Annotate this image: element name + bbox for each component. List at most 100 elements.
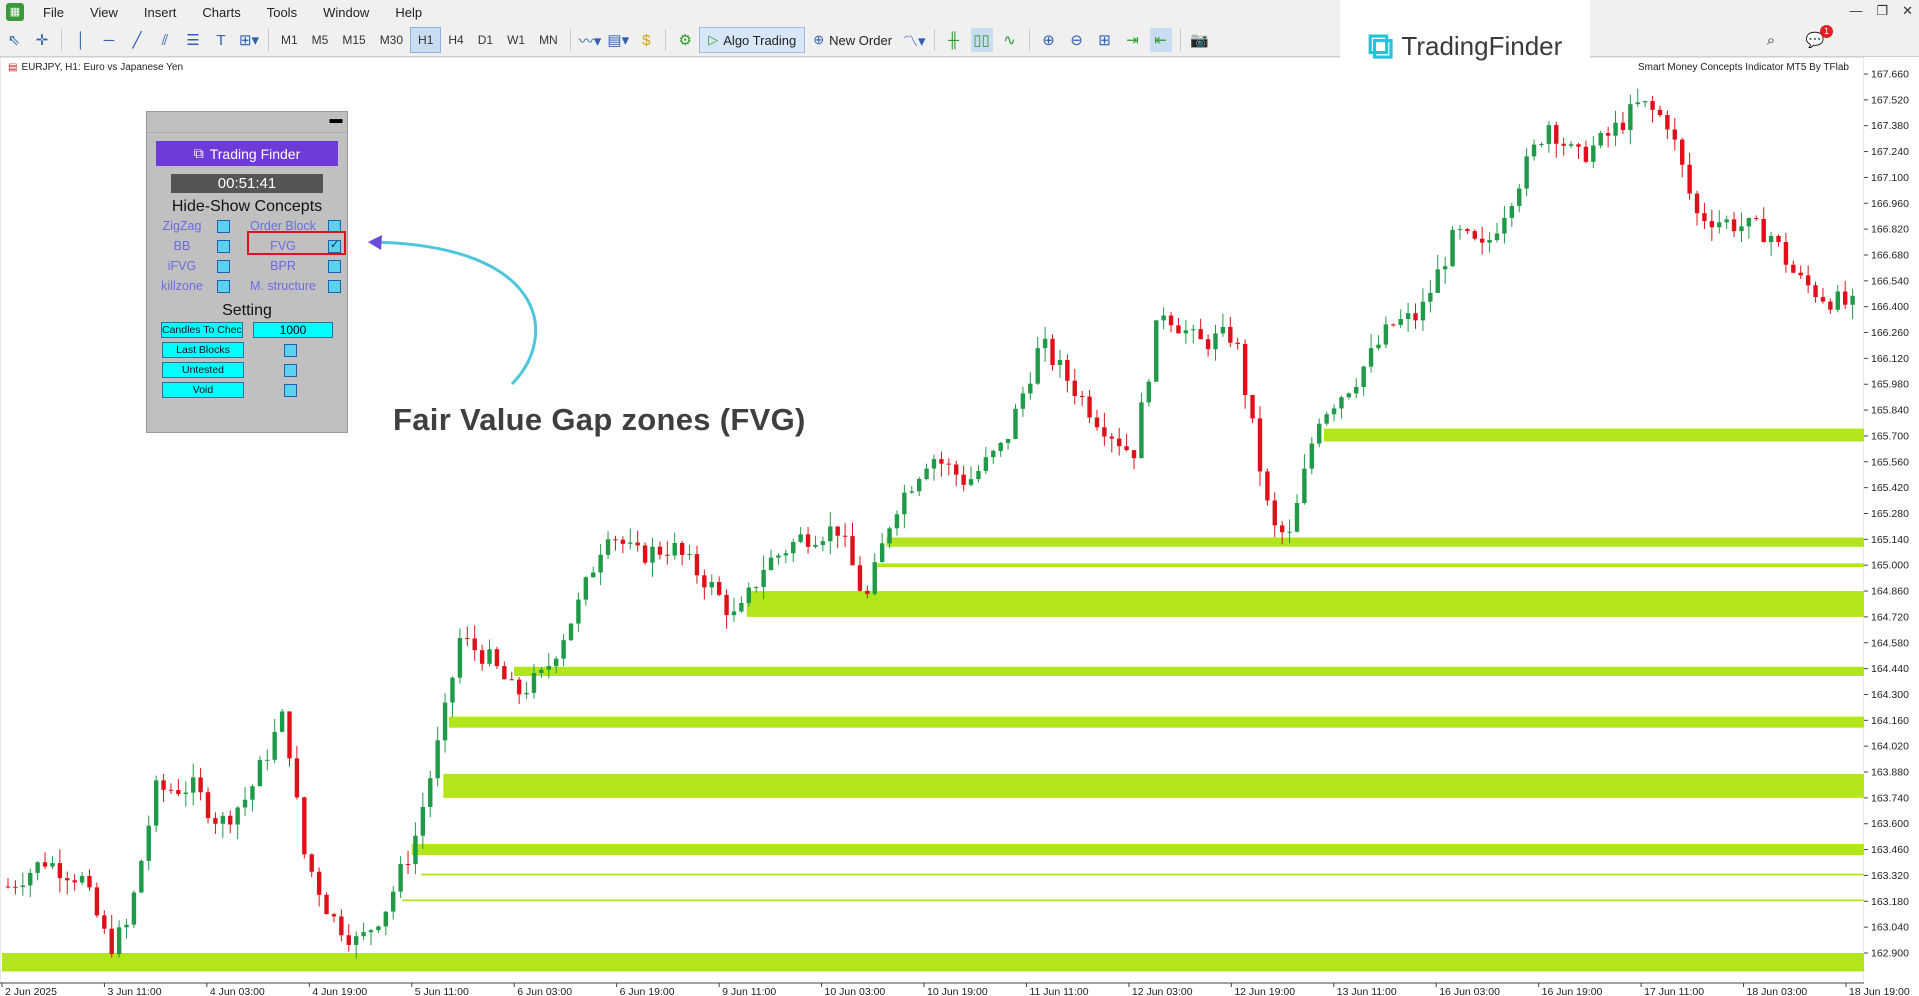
strategy-tester-icon[interactable]: ⚙ bbox=[674, 28, 696, 52]
candle-body bbox=[1546, 125, 1552, 144]
timeframe-mn[interactable]: MN bbox=[532, 28, 565, 52]
tradingfinder-mark-icon: ⧉ bbox=[1367, 24, 1394, 66]
search-icon[interactable]: ⌕ bbox=[1760, 28, 1782, 52]
candles-to-check-input[interactable]: 1000 bbox=[253, 322, 333, 338]
candle-body bbox=[109, 928, 114, 955]
candle-body bbox=[776, 555, 781, 558]
menu-window[interactable]: Window bbox=[310, 5, 382, 20]
channel-icon[interactable]: ⫽ bbox=[154, 28, 176, 52]
auto-scroll-icon[interactable]: ⇥ bbox=[1122, 28, 1144, 52]
candle-body bbox=[1035, 348, 1040, 384]
untested-checkbox[interactable] bbox=[284, 363, 297, 377]
play-icon: ▷ bbox=[708, 32, 719, 47]
timeframe-h1[interactable]: H1 bbox=[410, 27, 442, 53]
candle-body bbox=[272, 731, 277, 760]
menu-file[interactable]: File bbox=[30, 5, 77, 20]
toolbar-separator bbox=[1179, 29, 1181, 51]
menu-help[interactable]: Help bbox=[382, 5, 435, 20]
candle-body bbox=[1613, 122, 1618, 136]
chart-menu-icon[interactable]: ▤ bbox=[8, 62, 17, 73]
menu-tools[interactable]: Tools bbox=[254, 5, 310, 20]
concept-bpr-checkbox[interactable] bbox=[328, 259, 341, 273]
void-button[interactable]: Void bbox=[162, 382, 244, 398]
candle-body bbox=[813, 544, 818, 547]
candle-body bbox=[1331, 408, 1337, 415]
zoom-out-icon[interactable]: ⊖ bbox=[1066, 28, 1088, 52]
timeframe-m1[interactable]: M1 bbox=[274, 28, 305, 52]
fvg-zone-9 bbox=[402, 899, 1865, 902]
tile-windows-icon[interactable]: ⊞ bbox=[1094, 28, 1116, 52]
minimize-panel-button[interactable]: ▬ bbox=[329, 112, 343, 127]
horizontal-line-icon[interactable]: ─ bbox=[98, 28, 120, 52]
chart-type-icon[interactable]: 〰▾ bbox=[579, 28, 602, 52]
candle-body bbox=[257, 760, 263, 787]
algo-trading-button[interactable]: ▷ Algo Trading bbox=[699, 27, 806, 53]
zoom-in-icon[interactable]: ⊕ bbox=[1038, 28, 1060, 52]
candle-body bbox=[183, 792, 188, 795]
notifications-icon[interactable]: 💬 1 bbox=[1804, 25, 1833, 52]
bar-chart-icon[interactable]: ╫ bbox=[943, 28, 965, 52]
timeframe-w1[interactable]: W1 bbox=[500, 28, 532, 52]
concept-ifvg-checkbox[interactable] bbox=[217, 259, 230, 273]
concept-mstructure-checkbox[interactable] bbox=[328, 279, 341, 293]
candle-body bbox=[1561, 143, 1566, 146]
candle-body bbox=[1479, 238, 1485, 243]
time-axis: 2 Jun 2025 3 Jun 11:00 4 Jun 03:00 4 Jun 19… bbox=[0, 982, 1910, 996]
untested-button[interactable]: Untested bbox=[162, 362, 244, 378]
concepts-title: Hide-Show Concepts bbox=[171, 198, 323, 215]
candle-body bbox=[339, 916, 344, 936]
candle-body bbox=[1094, 417, 1100, 428]
concept-killzone-checkbox[interactable] bbox=[217, 279, 230, 293]
fibonacci-icon[interactable]: ☰ bbox=[182, 28, 204, 52]
candle-body bbox=[524, 692, 529, 695]
close-button[interactable]: ✕ bbox=[1902, 3, 1913, 19]
indicator-panel[interactable]: ▬ ⧉ Trading Finder 00:51:41 Hide-Show Co… bbox=[146, 111, 348, 433]
candle-body bbox=[1635, 102, 1640, 105]
menu-insert[interactable]: Insert bbox=[131, 5, 190, 20]
panel-header[interactable]: ▬ bbox=[147, 112, 347, 133]
chart-shift-icon[interactable]: ⇤ bbox=[1149, 28, 1172, 52]
trendline-icon[interactable]: ╱ bbox=[126, 28, 148, 52]
line-chart-icon[interactable]: ∿ bbox=[999, 28, 1021, 52]
shapes-icon[interactable]: ⊞▾ bbox=[238, 28, 260, 52]
price-tick-label: 163.320 bbox=[1871, 870, 1909, 882]
menu-charts[interactable]: Charts bbox=[189, 5, 253, 20]
timeframe-m15[interactable]: M15 bbox=[335, 28, 372, 52]
last-blocks-button[interactable]: Last Blocks bbox=[162, 342, 244, 358]
restore-button[interactable]: ❐ bbox=[1876, 3, 1888, 19]
timeframe-m30[interactable]: M30 bbox=[373, 28, 410, 52]
candle-body bbox=[828, 526, 833, 542]
market-icon[interactable]: $ bbox=[635, 28, 657, 52]
cursor-icon[interactable]: ⇖ bbox=[3, 28, 25, 52]
void-checkbox[interactable] bbox=[284, 383, 297, 397]
timeframe-h4[interactable]: H4 bbox=[441, 28, 470, 52]
crosshair-icon[interactable]: ✛ bbox=[31, 28, 53, 52]
candle-body bbox=[1642, 101, 1648, 103]
candle-body bbox=[1620, 122, 1626, 130]
vertical-line-icon[interactable]: │ bbox=[70, 28, 92, 52]
concept-bb-checkbox[interactable] bbox=[217, 239, 230, 253]
depth-of-market-icon[interactable]: 〽▾ bbox=[903, 28, 926, 52]
new-order-button[interactable]: ⊕ New Order bbox=[805, 28, 900, 52]
screenshot-icon[interactable]: 📷 bbox=[1189, 28, 1211, 52]
candle-body bbox=[1754, 218, 1759, 220]
concept-zigzag-checkbox[interactable] bbox=[217, 219, 230, 233]
candles-to-check-button[interactable]: Candles To Check bbox=[161, 322, 243, 338]
last-blocks-checkbox[interactable] bbox=[284, 343, 297, 357]
time-tick-label: 3 Jun 11:00 bbox=[107, 986, 161, 996]
template-icon[interactable]: ▤▾ bbox=[607, 28, 629, 52]
candle-body bbox=[1139, 402, 1144, 459]
candle-body bbox=[1702, 213, 1707, 222]
timeframe-m5[interactable]: M5 bbox=[305, 28, 336, 52]
candle-body bbox=[1383, 324, 1389, 345]
candle-body bbox=[242, 799, 248, 808]
candlestick-icon[interactable]: ▯▯ bbox=[970, 28, 993, 52]
text-tool-icon[interactable]: T bbox=[210, 28, 232, 52]
candle-body bbox=[1457, 229, 1463, 231]
price-tick-label: 165.420 bbox=[1871, 482, 1909, 494]
minimize-button[interactable]: — bbox=[1849, 3, 1862, 19]
candle-body bbox=[346, 935, 351, 945]
timeframe-d1[interactable]: D1 bbox=[471, 28, 500, 52]
menu-view[interactable]: View bbox=[77, 5, 131, 20]
toolbar-separator bbox=[268, 29, 269, 51]
